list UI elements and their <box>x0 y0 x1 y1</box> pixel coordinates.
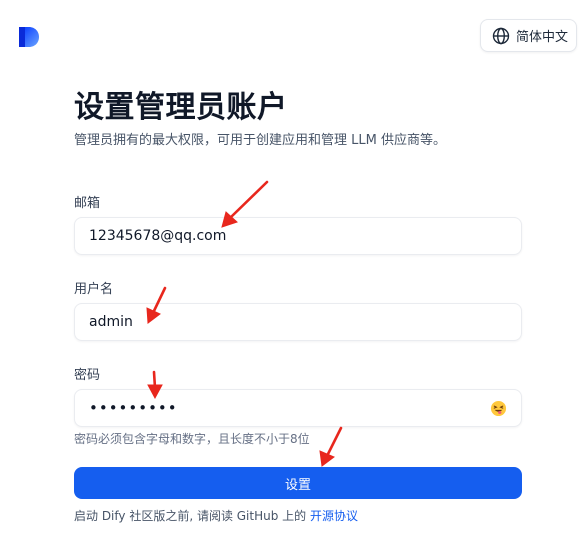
password-field[interactable]: ••••••••• <box>74 389 522 427</box>
username-label: 用户名 <box>74 282 114 297</box>
email-value: 12345678@qq.com <box>89 228 227 244</box>
language-label: 简体中文 <box>516 30 569 45</box>
username-field[interactable]: admin <box>74 303 522 341</box>
license-notice-text: 启动 Dify 社区版之前, 请阅读 GitHub 上的 <box>74 509 310 523</box>
show-password-emoji-icon[interactable] <box>489 399 507 417</box>
license-notice: 启动 Dify 社区版之前, 请阅读 GitHub 上的 开源协议 <box>74 507 358 524</box>
password-value: ••••••••• <box>89 399 178 417</box>
license-link[interactable]: 开源协议 <box>310 509 358 523</box>
submit-button[interactable]: 设置 <box>74 467 522 499</box>
annotation-arrows <box>146 180 343 467</box>
password-label: 密码 <box>74 368 101 383</box>
email-field[interactable]: 12345678@qq.com <box>74 217 522 255</box>
globe-icon <box>492 27 510 45</box>
dify-logo <box>19 27 40 47</box>
page-subtitle: 管理员拥有的最大权限，可用于创建应用和管理 LLM 供应商等。 <box>74 133 446 148</box>
username-value: admin <box>89 314 133 330</box>
password-hint: 密码必须包含字母和数字，且长度不小于8位 <box>74 432 310 446</box>
language-selector-button[interactable]: 简体中文 <box>480 19 577 52</box>
page-title: 设置管理员账户 <box>74 90 288 125</box>
email-label: 邮箱 <box>74 196 101 211</box>
page: 简体中文 设置管理员账户 管理员拥有的最大权限，可用于创建应用和管理 LLM 供… <box>0 0 582 535</box>
